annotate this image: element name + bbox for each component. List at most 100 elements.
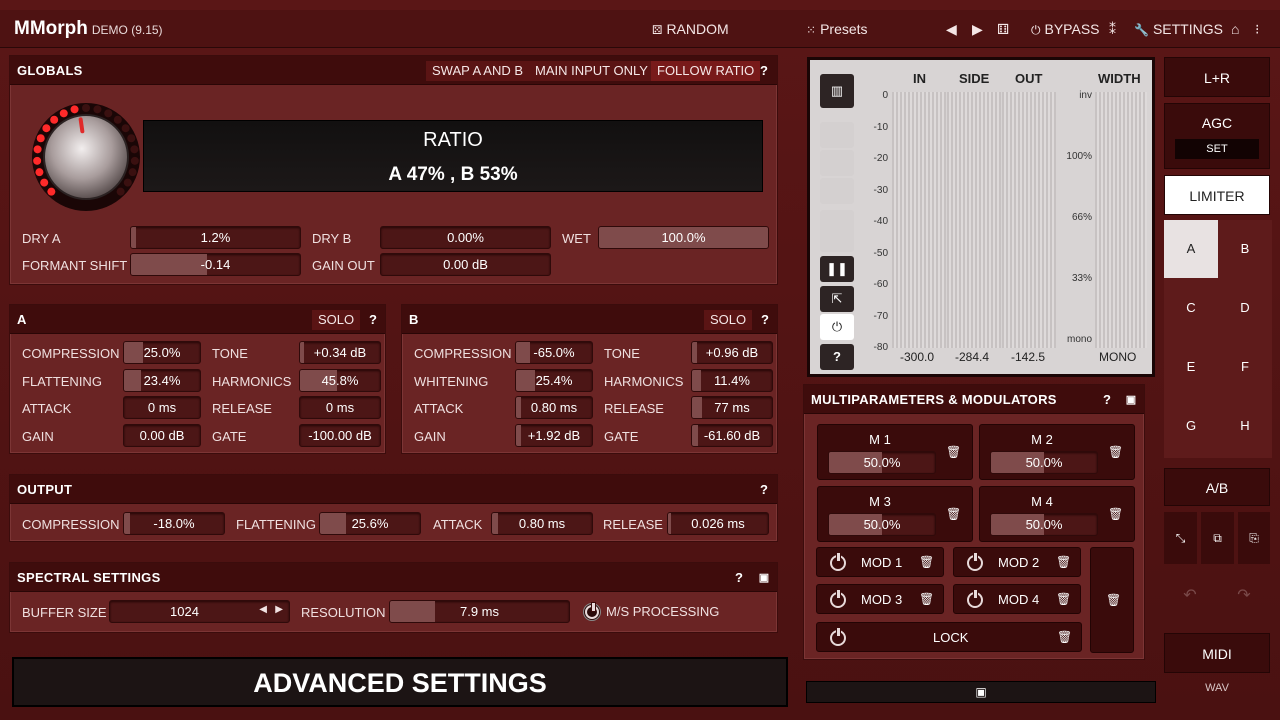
settings-button[interactable]: 🔧 SETTINGS: [1134, 21, 1223, 37]
meter-view-button-5[interactable]: [820, 210, 854, 252]
channel-mode-button[interactable]: L+R: [1164, 57, 1270, 97]
sectionb-attack-slider[interactable]: 0.80 ms: [515, 396, 593, 419]
globals-help-button[interactable]: ?: [755, 61, 773, 81]
meter-view-button-2[interactable]: [820, 122, 854, 148]
formant-shift-slider[interactable]: -0.14: [130, 253, 301, 276]
preset-slot-f[interactable]: F: [1218, 338, 1272, 396]
trash-icon[interactable]: 🗑: [1056, 592, 1071, 606]
buffer-size-select[interactable]: 1024 ◀ ▶: [109, 600, 290, 623]
preset-slot-b[interactable]: B: [1218, 220, 1272, 278]
paste-icon[interactable]: ⎘: [1238, 512, 1270, 564]
multiparameter-slider[interactable]: 50.0%: [990, 513, 1098, 536]
lock-button[interactable]: LOCK 🗑: [816, 622, 1082, 652]
next-preset-icon[interactable]: ▶: [972, 21, 983, 38]
options-icon[interactable]: ⁝: [1255, 21, 1259, 38]
dry-b-slider[interactable]: 0.00%: [380, 226, 551, 249]
section-b-help-button[interactable]: ?: [756, 310, 774, 330]
sectiona-release-slider[interactable]: 0 ms: [299, 396, 381, 419]
copy-icon[interactable]: ⧉: [1201, 512, 1234, 564]
sectiona-tone-slider[interactable]: +0.34 dB: [299, 341, 381, 364]
modulator-2-button[interactable]: MOD 2 🗑: [953, 547, 1081, 577]
sectionb-tone-slider[interactable]: +0.96 dB: [691, 341, 773, 364]
ratio-knob[interactable]: [30, 97, 142, 215]
detach-icon[interactable]: ⇱: [820, 286, 854, 312]
main-input-only-button[interactable]: MAIN INPUT ONLY: [529, 61, 654, 81]
preset-slot-g[interactable]: G: [1164, 397, 1218, 455]
resolution-slider[interactable]: 7.9 ms: [389, 600, 570, 623]
sectionb-whitening-slider[interactable]: 25.4%: [515, 368, 593, 392]
freeze-power-icon[interactable]: ⏻: [820, 314, 854, 340]
buffer-prev-icon[interactable]: ◀: [259, 604, 267, 615]
limiter-button[interactable]: LIMITER: [1164, 175, 1270, 215]
add-modulator-button[interactable]: 🗑: [1090, 547, 1134, 653]
meter-help-button[interactable]: ?: [820, 344, 854, 370]
out-release-slider[interactable]: 0.026 ms: [667, 512, 769, 535]
sectiona-gate-slider[interactable]: -100.00 dB: [299, 423, 381, 447]
out-attack-slider[interactable]: 0.80 ms: [491, 512, 593, 535]
expand-icon[interactable]: ⤡: [1164, 512, 1197, 564]
modulator-3-button[interactable]: MOD 3 🗑: [816, 584, 944, 614]
trash-icon[interactable]: 🗑: [1057, 630, 1072, 644]
multiparameters-expand-icon[interactable]: ▣: [1122, 390, 1140, 410]
prev-preset-icon[interactable]: ◀: [946, 21, 957, 38]
sectiona-compression-slider[interactable]: 25.0%: [123, 341, 201, 364]
tuning-icon[interactable]: ⁑: [1109, 21, 1116, 38]
modulator-1-button[interactable]: MOD 1 🗑: [816, 547, 944, 577]
trash-icon[interactable]: 🗑: [919, 555, 934, 569]
bar-chart-icon[interactable]: ▥: [820, 74, 854, 108]
follow-ratio-button[interactable]: FOLLOW RATIO: [651, 61, 761, 81]
multiparameter-slider[interactable]: 50.0%: [828, 451, 936, 474]
agc-button[interactable]: AGC SET: [1164, 103, 1270, 169]
sectionb-harmonics-slider[interactable]: 11.4%: [691, 368, 773, 392]
sectiona-attack-slider[interactable]: 0 ms: [123, 396, 201, 419]
buffer-next-icon[interactable]: ▶: [275, 604, 283, 615]
output-help-button[interactable]: ?: [755, 480, 773, 500]
wet-slider[interactable]: 100.0%: [598, 226, 769, 249]
random-button[interactable]: ⚄ RANDOM: [652, 21, 729, 37]
redo-icon[interactable]: ↷: [1218, 570, 1270, 622]
trash-icon[interactable]: 🗑: [946, 445, 961, 459]
meter-view-button-4[interactable]: [820, 178, 854, 204]
pause-icon[interactable]: ❚❚: [820, 256, 854, 282]
out-flattening-slider[interactable]: 25.6%: [319, 512, 421, 535]
ms-processing-toggle[interactable]: [583, 602, 601, 621]
sectiona-gain-slider[interactable]: 0.00 dB: [123, 423, 201, 447]
trash-icon[interactable]: 🗑: [1056, 555, 1071, 569]
meter-view-button-3[interactable]: [820, 150, 854, 176]
sectiona-harmonics-slider[interactable]: 45.8%: [299, 368, 381, 392]
sectionb-release-slider[interactable]: 77 ms: [691, 396, 773, 419]
section-a-help-button[interactable]: ?: [364, 310, 382, 330]
trash-icon[interactable]: 🗑: [946, 507, 961, 521]
modulator-4-button[interactable]: MOD 4 🗑: [953, 584, 1081, 614]
wav-button[interactable]: WAV: [1164, 682, 1270, 694]
gain-out-slider[interactable]: 0.00 dB: [380, 253, 551, 276]
section-b-solo-button[interactable]: SOLO: [704, 310, 753, 330]
ab-compare-button[interactable]: A/B: [1164, 468, 1270, 506]
section-a-solo-button[interactable]: SOLO: [312, 310, 361, 330]
advanced-settings-button[interactable]: ADVANCED SETTINGS: [12, 657, 788, 707]
agc-set-button[interactable]: SET: [1175, 139, 1259, 159]
trash-icon[interactable]: 🗑: [1108, 507, 1123, 521]
preset-slot-a[interactable]: A: [1164, 220, 1218, 278]
preset-slot-h[interactable]: H: [1218, 397, 1272, 455]
preset-slot-d[interactable]: D: [1218, 279, 1272, 337]
sectiona-flattening-slider[interactable]: 23.4%: [123, 368, 201, 392]
random-preset-icon[interactable]: ⚅: [997, 21, 1009, 38]
sectionb-compression-slider[interactable]: -65.0%: [515, 341, 593, 364]
dry-a-slider[interactable]: 1.2%: [130, 226, 301, 249]
multiparameter-slider[interactable]: 50.0%: [990, 451, 1098, 474]
multiparameter-slider[interactable]: 50.0%: [828, 513, 936, 536]
spectral-help-button[interactable]: ?: [730, 568, 748, 588]
swap-ab-button[interactable]: SWAP A AND B: [426, 61, 530, 81]
multiparameters-help-button[interactable]: ?: [1098, 390, 1116, 410]
trash-icon[interactable]: 🗑: [919, 592, 934, 606]
out-compression-slider[interactable]: -18.0%: [123, 512, 225, 535]
sectionb-gate-slider[interactable]: -61.60 dB: [691, 423, 773, 447]
home-icon[interactable]: ⌂: [1231, 21, 1239, 37]
preset-slot-e[interactable]: E: [1164, 338, 1218, 396]
sectionb-gain-slider[interactable]: +1.92 dB: [515, 423, 593, 447]
preset-slot-c[interactable]: C: [1164, 279, 1218, 337]
spectral-expand-icon[interactable]: ▣: [755, 568, 773, 588]
bypass-button[interactable]: ⏻ BYPASS: [1031, 21, 1100, 38]
trash-icon[interactable]: 🗑: [1108, 445, 1123, 459]
